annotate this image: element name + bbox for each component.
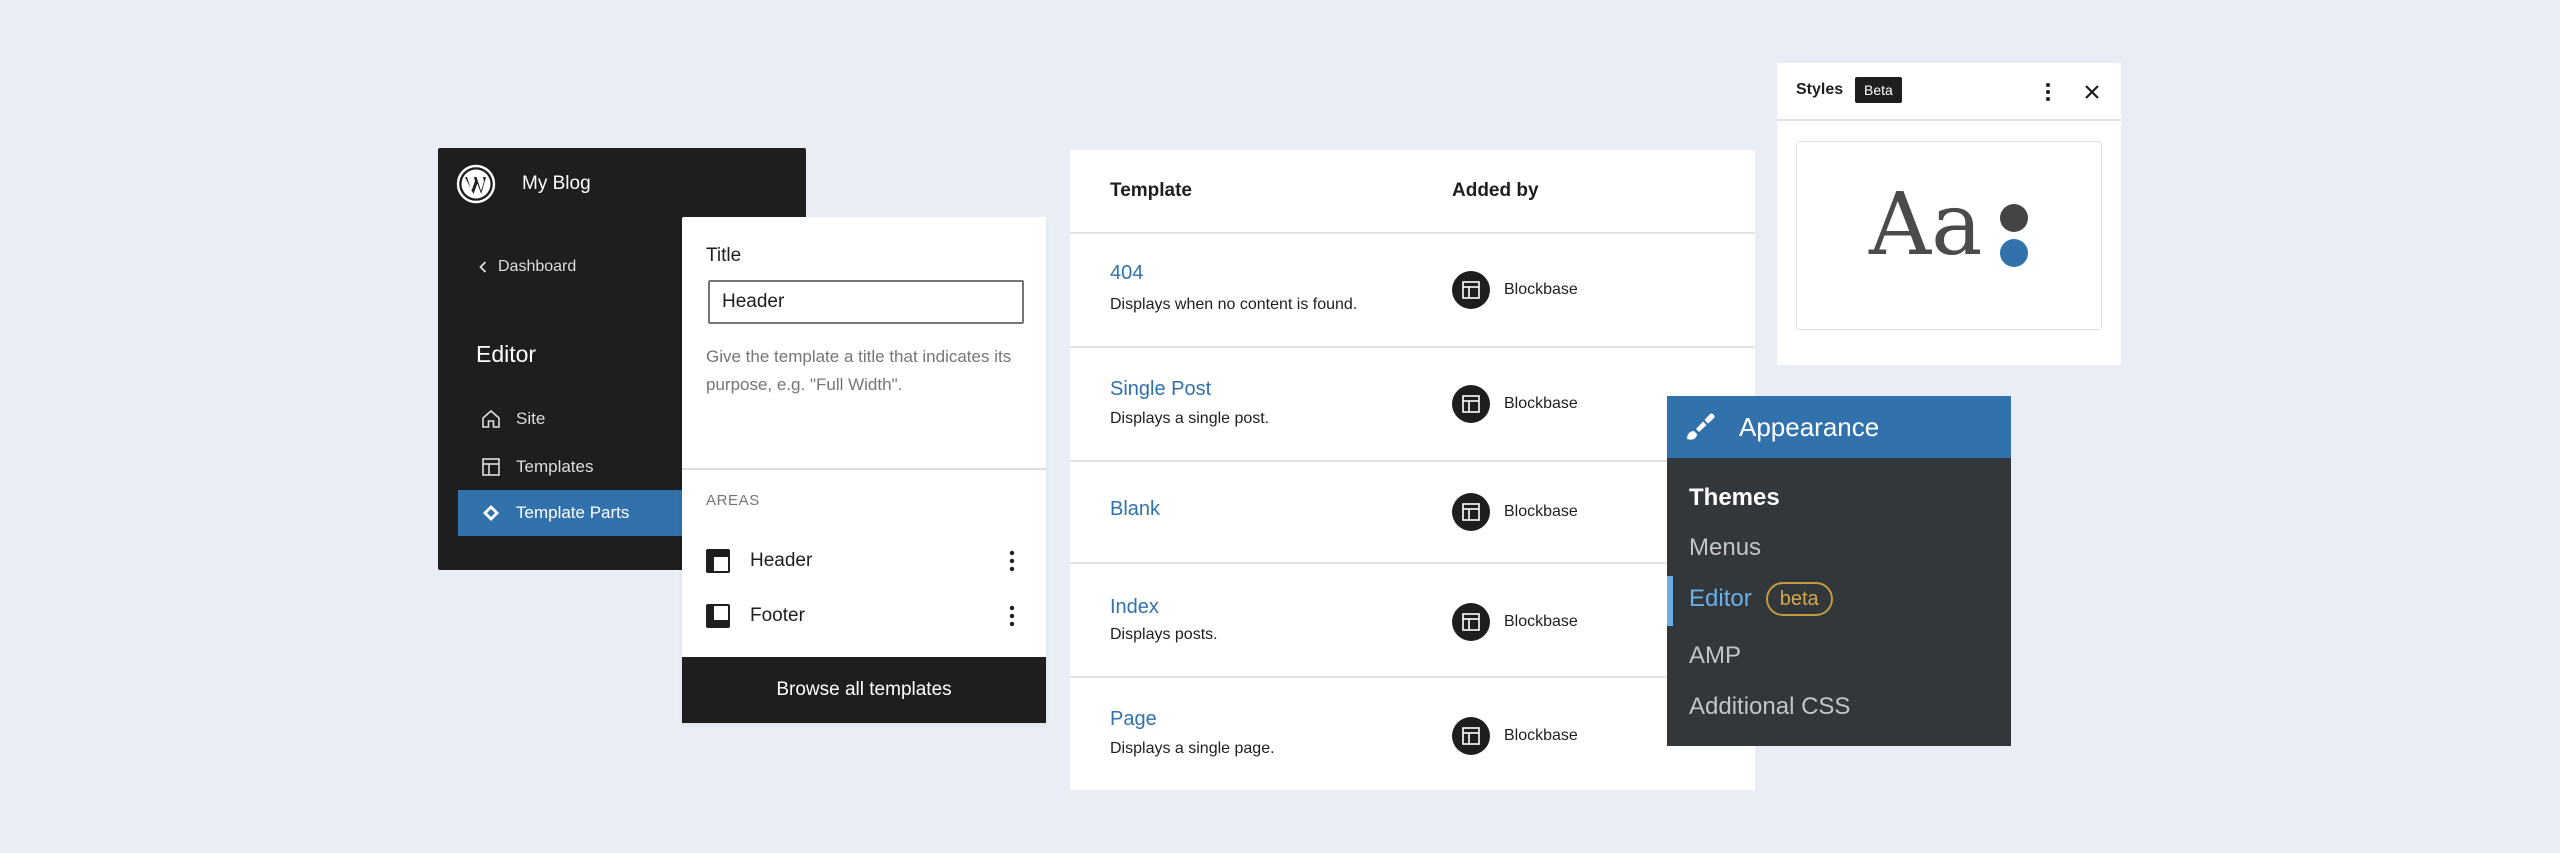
color-swatch-accent: [2000, 239, 2028, 267]
divider: [682, 468, 1046, 470]
menu-item-themes[interactable]: Themes: [1689, 484, 1780, 512]
header-icon: [706, 549, 730, 573]
author-name: Blockbase: [1504, 503, 1578, 520]
title-help-text: Give the template a title that indicates…: [706, 347, 1012, 394]
beta-badge: Beta: [1855, 77, 1902, 103]
more-options-icon[interactable]: [2035, 79, 2061, 105]
appearance-title: Appearance: [1739, 411, 1880, 442]
beta-badge: beta: [1765, 582, 1833, 616]
column-header-added-by: Added by: [1452, 180, 1539, 201]
author-name: Blockbase: [1504, 281, 1578, 298]
template-author: Blockbase: [1452, 603, 1578, 641]
appearance-menu: Appearance Themes Menus Editor beta AMP …: [1667, 396, 2011, 746]
editor-title: Editor: [476, 341, 537, 367]
sidebar-item-label: Site: [516, 409, 546, 428]
template-author: Blockbase: [1452, 271, 1578, 309]
table-row: 404 Displays when no content is found. B…: [1070, 234, 1755, 348]
dashboard-back-link[interactable]: Dashboard: [476, 258, 576, 276]
column-header-template: Template: [1110, 180, 1193, 201]
theme-layout-icon: [1452, 603, 1490, 641]
template-description: Displays a single post.: [1110, 410, 1270, 427]
table-row: Blank Blockbase: [1070, 462, 1755, 564]
chevron-left-icon: [479, 261, 487, 273]
browse-all-templates-button[interactable]: Browse all templates: [682, 657, 1046, 723]
wordpress-logo-icon[interactable]: [456, 164, 496, 204]
dashboard-label: Dashboard: [498, 258, 577, 275]
styles-title: Styles: [1796, 81, 1844, 98]
template-link[interactable]: Blank: [1110, 498, 1160, 521]
theme-layout-icon: [1452, 493, 1490, 531]
author-name: Blockbase: [1504, 727, 1578, 744]
area-item-header[interactable]: Header: [704, 539, 1026, 583]
area-label: Header: [750, 550, 813, 571]
menu-item-editor[interactable]: Editor beta: [1689, 582, 1833, 616]
template-description: Displays a single page.: [1110, 740, 1275, 757]
more-options-icon[interactable]: [998, 547, 1026, 575]
area-item-footer[interactable]: Footer: [704, 594, 1026, 638]
template-author: Blockbase: [1452, 493, 1578, 531]
sidebar-item-label: Template Parts: [516, 503, 630, 522]
menu-item-menus[interactable]: Menus: [1689, 534, 1761, 562]
layout-icon: [482, 458, 500, 476]
close-icon[interactable]: [2079, 79, 2105, 105]
theme-layout-icon: [1452, 717, 1490, 755]
template-link[interactable]: Single Post: [1110, 378, 1211, 401]
color-swatch-primary: [2000, 204, 2028, 232]
home-icon: [482, 409, 500, 428]
style-preview[interactable]: Aa: [1796, 141, 2102, 330]
template-description: Displays when no content is found.: [1110, 296, 1358, 313]
active-indicator: [1667, 576, 1673, 626]
more-options-icon[interactable]: [998, 602, 1026, 630]
title-input[interactable]: [708, 280, 1024, 324]
typography-preview: Aa: [1869, 175, 1983, 275]
areas-heading: AREAS: [706, 492, 760, 509]
template-link[interactable]: 404: [1110, 262, 1143, 285]
styles-header: Styles Beta: [1777, 63, 2121, 121]
theme-layout-icon: [1452, 385, 1490, 423]
area-label: Footer: [750, 605, 805, 626]
footer-icon: [706, 604, 730, 628]
theme-layout-icon: [1452, 271, 1490, 309]
styles-panel: Styles Beta Aa: [1777, 63, 2121, 365]
table-row: Index Displays posts. Blockbase: [1070, 564, 1755, 678]
template-author: Blockbase: [1452, 717, 1578, 755]
menu-item-label: Editor: [1689, 585, 1752, 612]
template-description: Displays posts.: [1110, 626, 1218, 643]
site-name[interactable]: My Blog: [522, 173, 591, 195]
sidebar-item-label: Templates: [516, 457, 594, 476]
table-header: Template Added by: [1070, 150, 1755, 234]
template-link[interactable]: Index: [1110, 596, 1159, 619]
table-row: Single Post Displays a single post. Bloc…: [1070, 348, 1755, 462]
template-author: Blockbase: [1452, 385, 1578, 423]
table-row: Page Displays a single page. Blockbase: [1070, 678, 1755, 790]
appearance-header[interactable]: Appearance: [1667, 396, 2011, 458]
author-name: Blockbase: [1504, 613, 1578, 630]
paintbrush-icon: [1687, 413, 1715, 440]
title-field-label: Title: [706, 245, 742, 266]
author-name: Blockbase: [1504, 395, 1578, 412]
menu-item-amp[interactable]: AMP: [1689, 642, 1741, 670]
template-part-panel: Title Give the template a title that ind…: [682, 217, 1046, 723]
template-link[interactable]: Page: [1110, 708, 1157, 731]
menu-item-additional-css[interactable]: Additional CSS: [1689, 693, 1850, 721]
templates-table: Template Added by 404 Displays when no c…: [1070, 150, 1755, 790]
symbol-icon: [483, 505, 499, 521]
